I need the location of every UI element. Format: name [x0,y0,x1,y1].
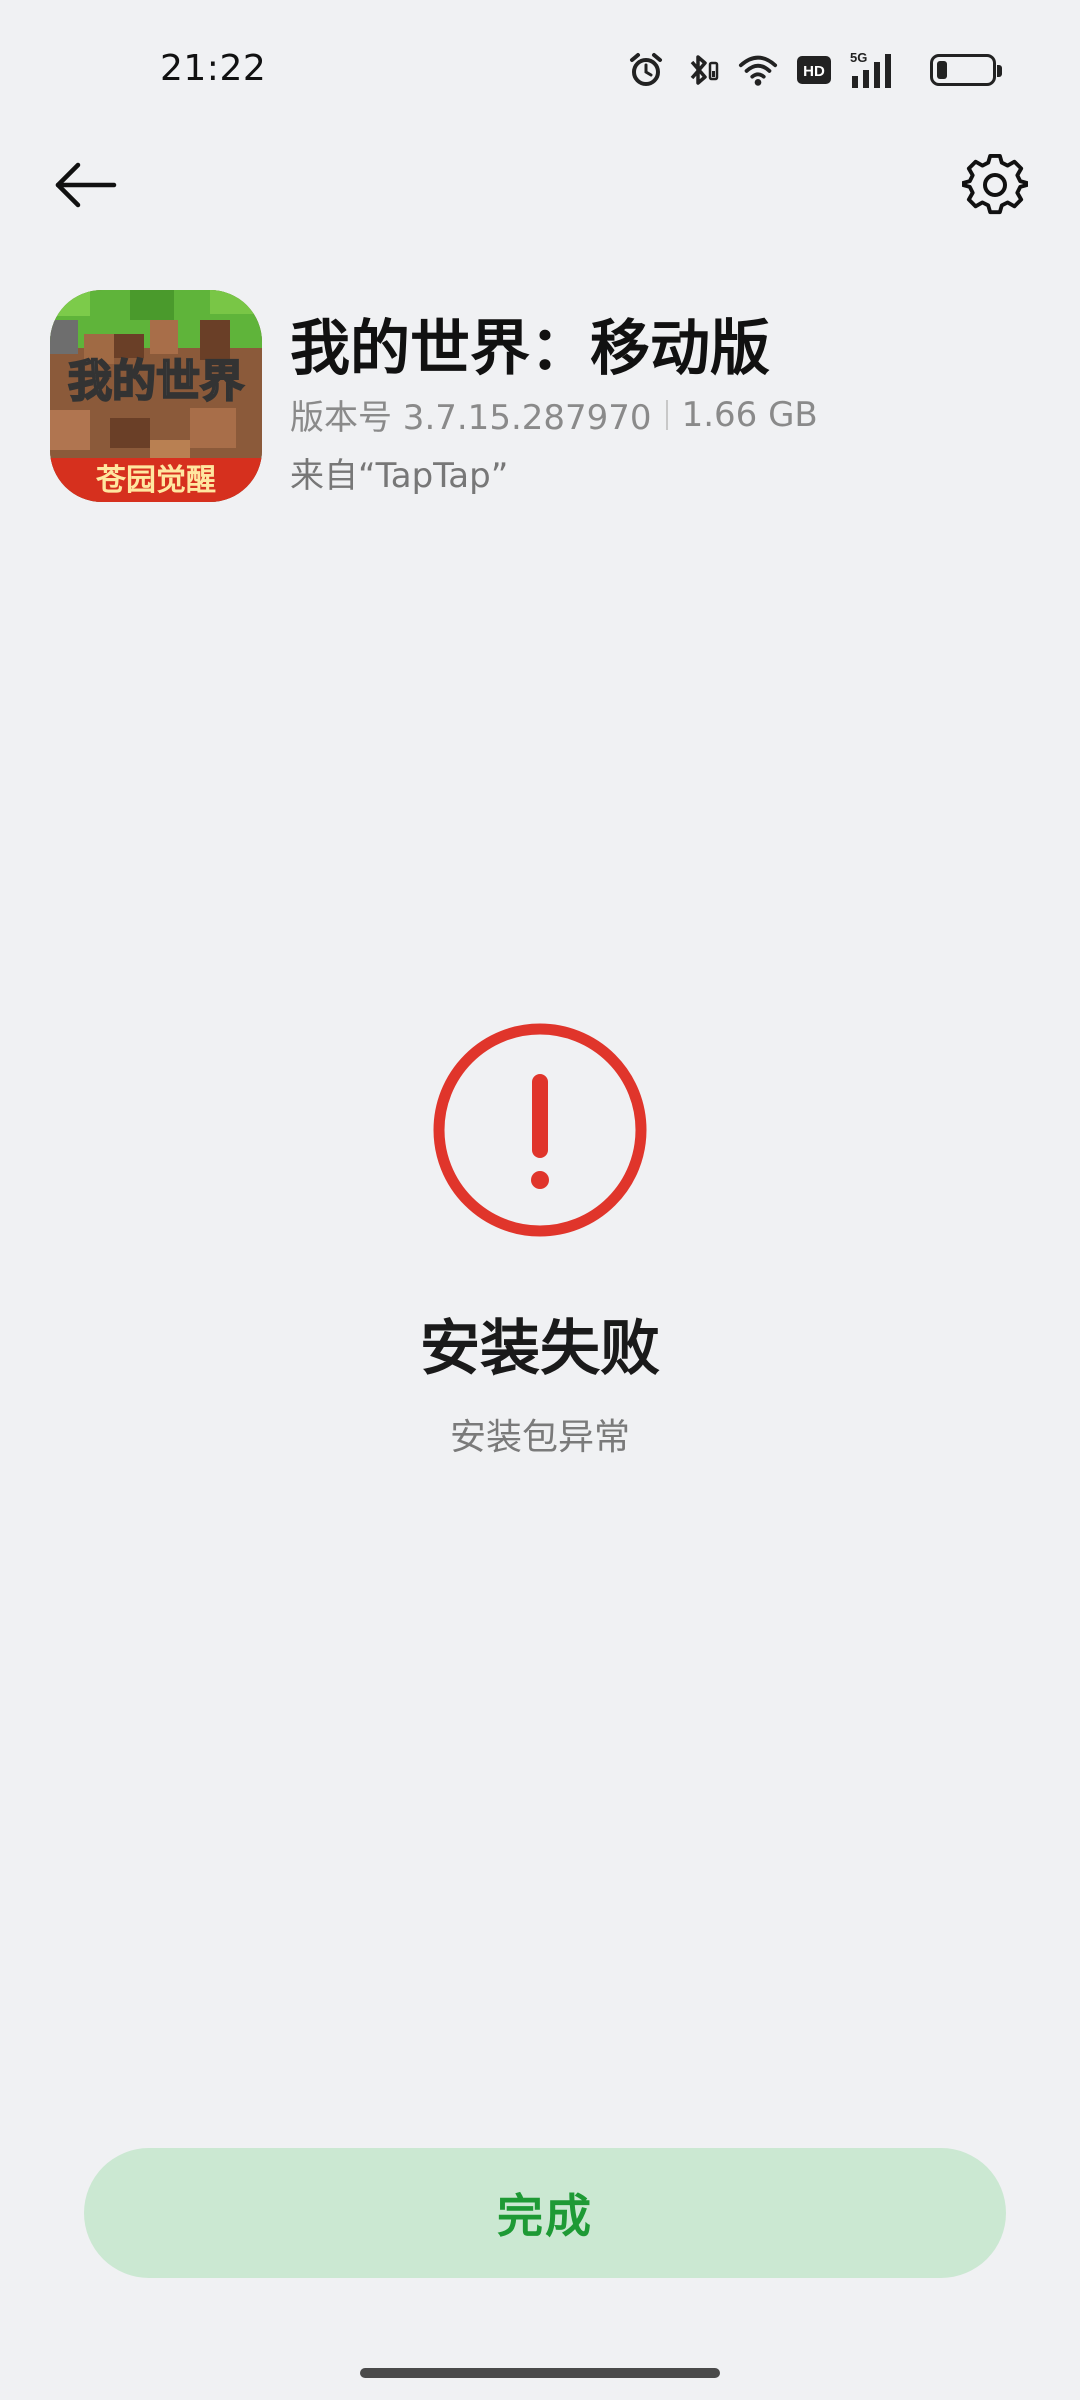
svg-text:苍园觉醒: 苍园觉醒 [96,463,216,498]
svg-text:HD: HD [803,63,825,80]
failure-reason: 安装包异常 [449,1417,630,1458]
failure-title: 安装失败 [420,1314,660,1384]
gear-icon [962,153,1028,215]
svg-text:5G: 5G [850,50,867,65]
status-icons: HD 5G [626,48,1002,92]
app-version: 版本号 3.7.15.287970 [290,398,652,438]
home-indicator[interactable] [360,2368,720,2378]
error-exclamation-icon [430,1020,650,1240]
status-bar: 21:22 HD 5G [0,0,1080,140]
done-button[interactable]: 完成 [84,2148,1006,2278]
svg-text:我的世界: 我的世界 [68,356,244,407]
status-time: 21:22 [160,48,267,89]
app-info: 我的世界 苍园觉醒 我的世界：移动版 版本号 3.7.15.287970 1.6… [50,290,1030,506]
hd-icon: HD [794,50,834,90]
battery-level [937,61,947,79]
app-name: 我的世界：移动版 [290,314,770,384]
app-source: 来自“TapTap” [290,456,509,496]
settings-button[interactable] [950,140,1040,230]
app-icon: 我的世界 苍园觉醒 [50,290,262,502]
alarm-icon [626,50,666,90]
wifi-icon [738,50,778,90]
signal-5g-icon: 5G [850,50,900,90]
battery-icon [930,54,1002,86]
back-button[interactable] [40,140,130,230]
arrow-left-icon [55,162,117,208]
app-size: 1.66 GB [681,394,818,435]
app-meta: 版本号 3.7.15.287970 1.66 GB [290,390,818,439]
bluetooth-icon [682,50,722,90]
meta-divider [665,399,668,430]
